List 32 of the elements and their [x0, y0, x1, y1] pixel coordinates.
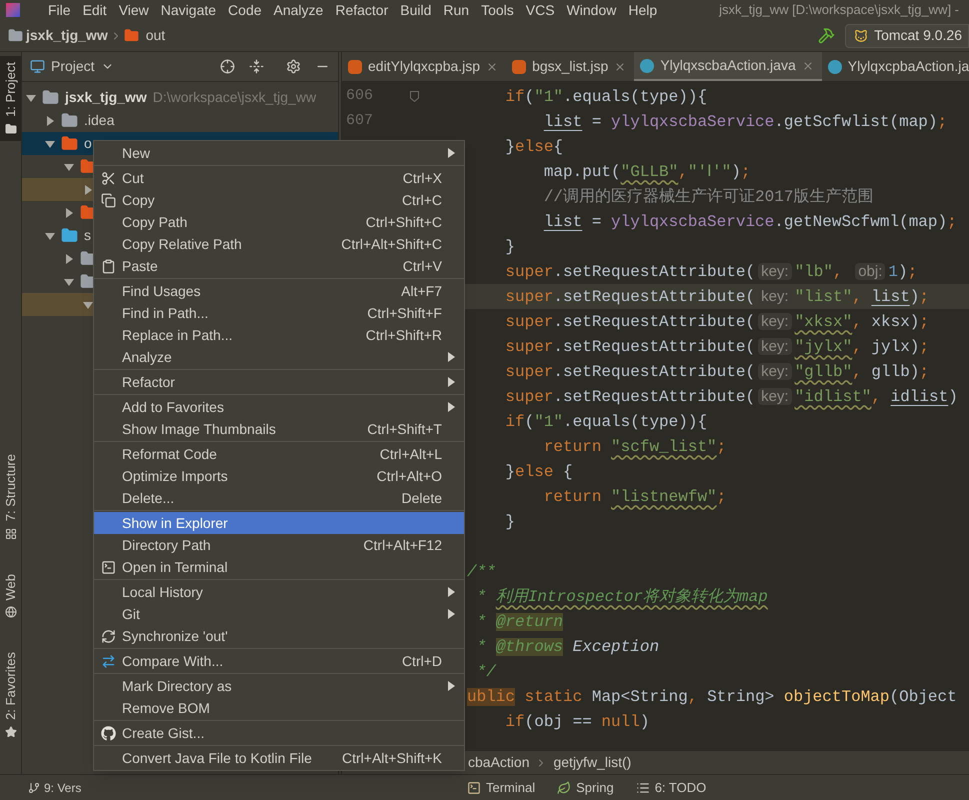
code-line: }	[504, 236, 516, 258]
code-line: //调用的医疗器械生产许可证2017版生产范围	[542, 186, 874, 208]
tree-label: jsxk_tjg_ww	[65, 88, 147, 107]
code-line: * 利用Introspector将对象转化为map	[476, 586, 768, 608]
code-line: }else{	[504, 136, 564, 158]
line-number: 606	[345, 86, 374, 106]
code-line: * @throws Exception	[476, 636, 660, 658]
code-line: super.setRequestAttribute( key: "gllb", gllb);	[504, 362, 930, 382]
code-line: super.setRequestAttribute( key: "lb", obj: 1);	[504, 262, 918, 282]
code-line: /**	[467, 562, 496, 582]
tree-label: s	[84, 226, 91, 245]
code-line: if("1".equals(type)){	[504, 86, 708, 108]
code-line: super.setRequestAttribute( key: "jylx", jylx);	[504, 336, 930, 358]
code-line: return "scfw_list";	[542, 436, 726, 458]
code-line: if("1".equals(type)){	[504, 412, 708, 432]
code-line: list = ylylqxscbaService.getNewScfwml(map);	[542, 212, 957, 232]
code-line: */	[476, 662, 496, 682]
code-line: super.setRequestAttribute( key: "list", list);	[504, 286, 930, 308]
line-number: 607	[345, 111, 374, 132]
code-line: super.setRequestAttribute( key: "idlist", idlist)	[504, 386, 958, 408]
tree-label: .idea	[84, 111, 114, 130]
code-line: ublic static Map<String, String> objectToMap(Object	[467, 686, 957, 708]
tree-label: o	[84, 134, 92, 153]
code-line: super.setRequestAttribute( key: "xksx", xksx);	[504, 312, 930, 332]
tree-path: D:\workspace\jsxk_tjg_ww	[152, 88, 316, 107]
window-title: jsxk_tjg_ww [D:\workspace\jsxk_tjg_ww] -	[719, 1, 960, 20]
code-line: map.put("GLLB","'Ⅰ'");	[542, 162, 750, 182]
code-line: }	[504, 512, 516, 532]
code-line: return "listnewfw";	[542, 486, 726, 508]
code-line: }else {	[504, 462, 573, 482]
code-line: if(obj == null)	[504, 712, 650, 732]
code-line: list = ylylqxscbaService.getScfwlist(map);	[542, 112, 948, 132]
